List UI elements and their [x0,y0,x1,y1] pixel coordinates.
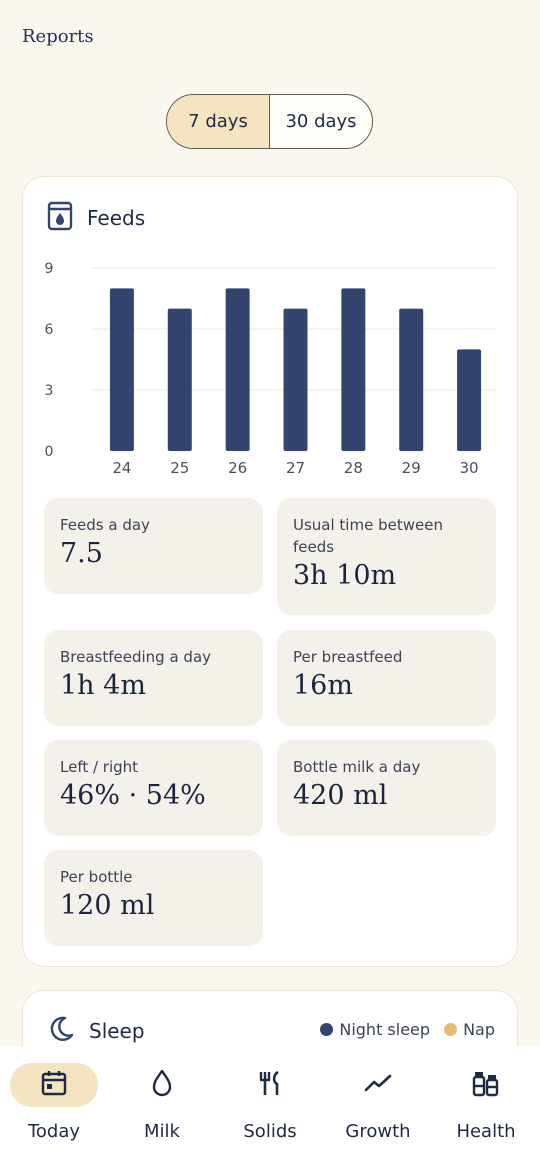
stat-label: Per breastfeed [293,648,403,666]
bar-27[interactable] [283,308,308,451]
stat-bottle-milk-a-day: Bottle milk a day 420 ml [277,740,496,836]
legend-dot [320,1023,334,1036]
x-tick-label: 28 [344,459,363,477]
range-toggle: 7 days 30 days [166,94,373,149]
stat-left-right: Left / right 46% · 54% [44,740,263,836]
stat-breastfeeding-a-day: Breastfeeding a day 1h 4m [44,630,263,726]
stat-label: Usual time between feeds [293,516,443,556]
drop-icon [149,1069,175,1101]
nav-item-milk[interactable]: Milk [108,1046,216,1158]
bar-30[interactable] [457,349,482,451]
range-30-days-button[interactable]: 30 days [270,95,372,148]
nav-icon-wrap [10,1063,98,1107]
stat-label: Left / right [60,758,139,776]
legend-label: Night sleep [339,1020,431,1039]
nav-item-growth[interactable]: Growth [324,1046,432,1158]
feeds-bar-chart: 0 3 6 9 24 25 26 27 28 29 30 [45,261,496,477]
nav-label: Today [27,1121,81,1142]
bottle-icon [47,201,73,235]
stat-per-breastfeed: Per breastfeed 16m [277,630,496,726]
feeds-card-header: Feeds [47,201,145,235]
x-tick-label: 24 [112,459,131,477]
moon-icon [47,1015,75,1047]
sleep-card-header: Sleep [47,1015,145,1047]
stat-value: 16m [293,670,353,701]
legend-night-sleep: Night sleep [320,1020,430,1039]
bar-26[interactable] [225,288,250,451]
feeds-card-title: Feeds [87,206,146,230]
nav-label: Milk [144,1121,180,1142]
legend-dot [444,1023,458,1036]
stat-value: 7.5 [60,538,103,569]
legend-label: Nap [463,1020,495,1039]
x-tick-label: 27 [286,459,305,477]
nav-icon-wrap [226,1063,314,1107]
y-tick-label: 6 [45,322,54,338]
bar-29[interactable] [399,308,424,451]
stat-per-bottle: Per bottle 120 ml [44,850,263,946]
sleep-card-title: Sleep [89,1019,145,1043]
x-tick-label: 30 [460,459,479,477]
nav-icon-wrap [118,1063,206,1107]
stat-feeds-a-day: Feeds a day 7.5 [44,498,263,594]
trend-icon [364,1072,392,1098]
calendar-icon [41,1070,67,1100]
nav-label: Growth [345,1121,411,1142]
y-tick-label: 9 [45,261,54,277]
nav-label: Health [456,1121,516,1142]
bar-25[interactable] [167,308,192,451]
nav-icon-wrap [334,1063,422,1107]
nav-item-health[interactable]: Health [432,1046,540,1158]
stat-label: Bottle milk a day [293,758,421,776]
stat-label: Per bottle [60,868,133,886]
stat-value: 1h 4m [60,670,146,701]
stat-label: Feeds a day [60,516,150,534]
bar-24[interactable] [109,288,134,451]
stat-value: 46% · 54% [60,780,206,811]
y-tick-label: 0 [45,444,54,460]
nav-icon-wrap [442,1063,530,1107]
range-7-days-button[interactable]: 7 days [167,95,270,148]
x-tick-label: 26 [228,459,247,477]
page-title: Reports [22,26,94,47]
feeds-card: Feeds 0 3 6 9 24 25 26 27 28 29 30 Feeds a day 7.5… [22,176,518,967]
stat-value: 420 ml [293,780,388,811]
x-tick-label: 29 [402,459,421,477]
nav-item-solids[interactable]: Solids [216,1046,324,1158]
nav-item-today[interactable]: Today [0,1046,108,1158]
stat-value: 120 ml [60,890,155,921]
stat-label: Breastfeeding a day [60,648,212,666]
x-tick-label: 25 [170,459,189,477]
bar-28[interactable] [341,288,366,451]
utensils-icon [256,1069,284,1101]
medicine-icon [472,1069,500,1101]
sleep-legend: Night sleep Nap [306,1020,495,1039]
stat-time-between-feeds: Usual time between feeds 3h 10m [277,498,496,615]
y-tick-label: 3 [45,383,54,399]
stat-value: 3h 10m [293,560,397,591]
bottom-nav: Today Milk Solids Growth Health [0,1046,540,1158]
legend-nap: Nap [444,1020,495,1039]
nav-label: Solids [243,1121,297,1142]
